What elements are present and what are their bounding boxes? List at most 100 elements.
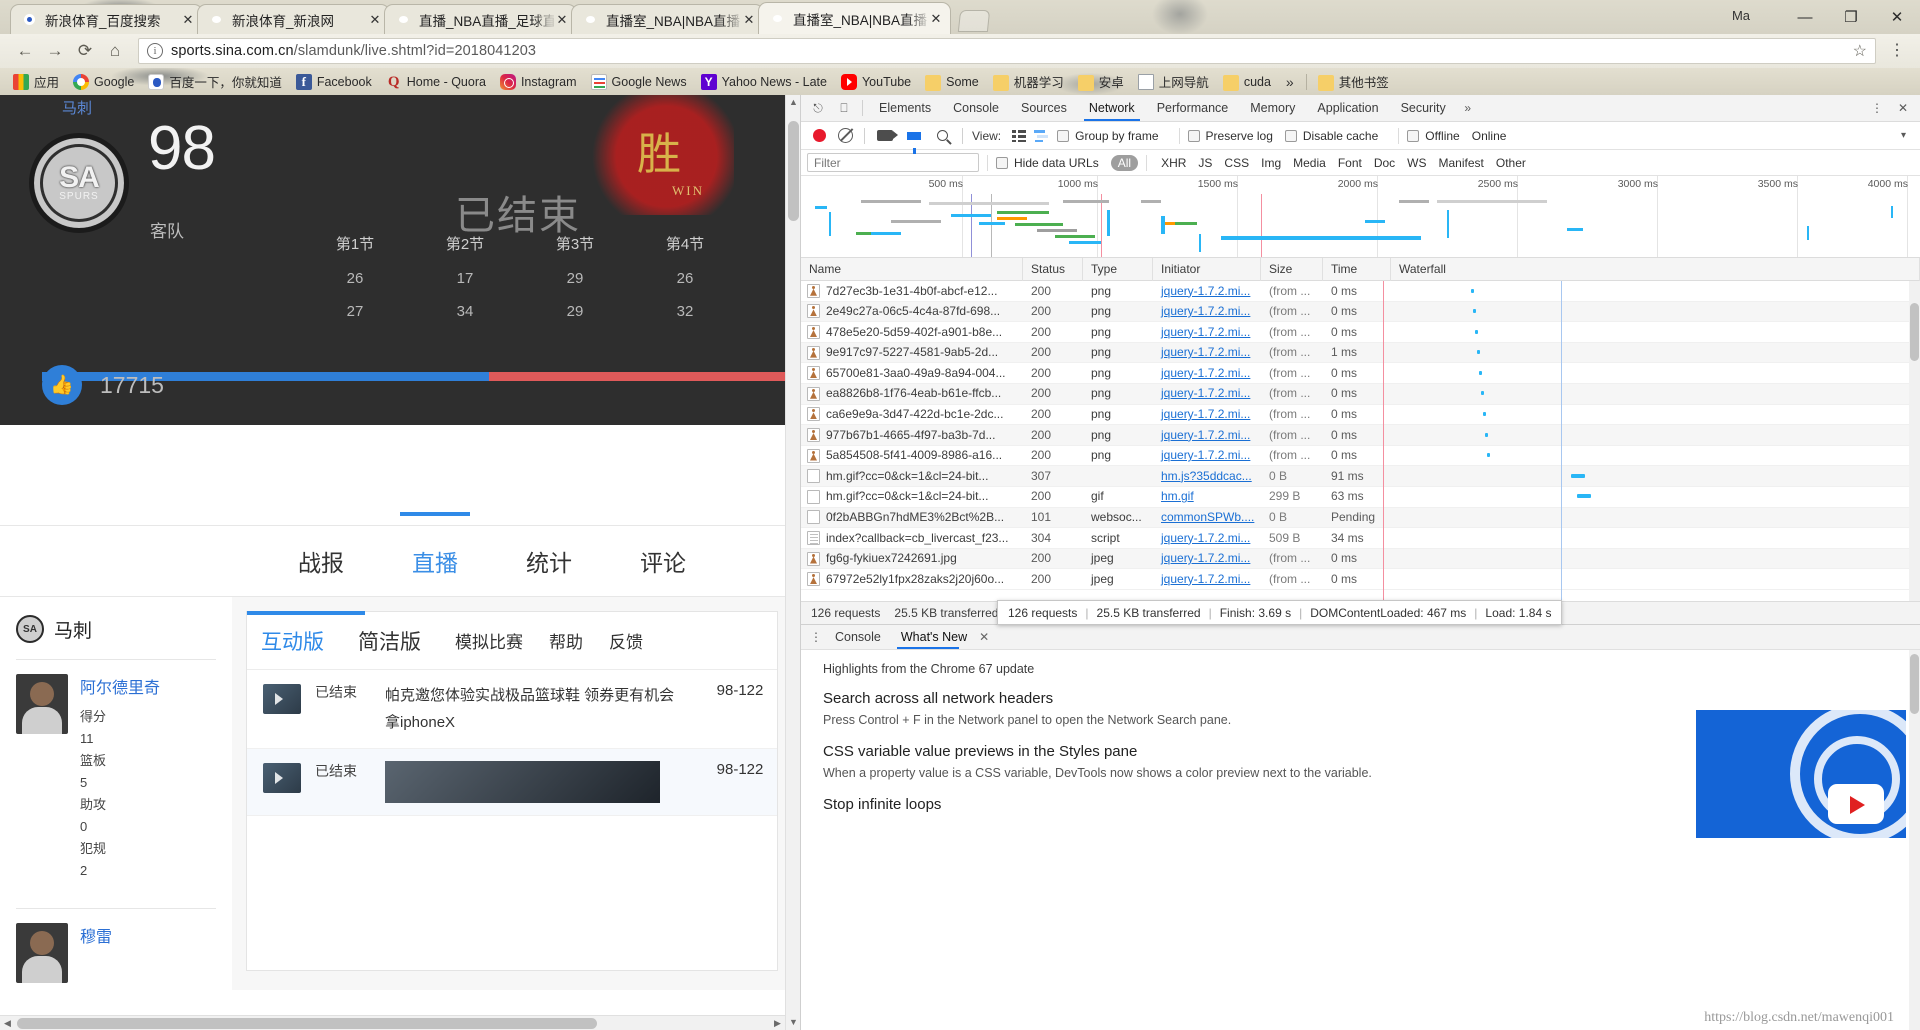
request-initiator[interactable]: jquery-1.7.2.mi... xyxy=(1153,322,1261,343)
page-vertical-scrollbar[interactable]: ▲ ▼ xyxy=(785,95,800,1030)
device-toggle-icon[interactable]: ⎕ xyxy=(831,96,857,120)
devtools-tab-memory[interactable]: Memory xyxy=(1239,95,1306,121)
chevron-down-icon[interactable]: ▾ xyxy=(1901,130,1906,141)
new-tab-button[interactable] xyxy=(957,10,991,32)
tab-interactive[interactable]: 互动版 xyxy=(261,626,324,656)
kebab-menu-icon[interactable]: ⋮ xyxy=(1864,96,1890,120)
devtools-tab-sources[interactable]: Sources xyxy=(1010,95,1078,121)
filter-type-all[interactable]: All xyxy=(1110,154,1139,171)
table-row[interactable]: fg6g-fykiuex7242691.jpg 200 jpeg jquery-1.7… xyxy=(801,548,1920,570)
table-row[interactable]: 0f2bABBGn7hdME3%2Bct%2B... 101 websoc... co… xyxy=(801,507,1920,529)
table-row[interactable]: 65700e81-3aa0-49a9-8a94-004... 200 png jque… xyxy=(801,363,1920,384)
bookmark-google-news[interactable]: Google News xyxy=(584,71,694,93)
request-initiator[interactable]: jquery-1.7.2.mi... xyxy=(1153,281,1261,301)
tab-close-icon[interactable]: ✕ xyxy=(741,12,757,28)
filter-type-font[interactable]: Font xyxy=(1332,156,1368,170)
devtools-tab-security[interactable]: Security xyxy=(1390,95,1457,121)
filter-type-media[interactable]: Media xyxy=(1287,156,1332,170)
maximize-button[interactable]: ❐ xyxy=(1828,0,1874,34)
youtube-promo-banner[interactable] xyxy=(1696,710,1906,838)
bookmark-youtube[interactable]: YouTube xyxy=(834,71,918,93)
filter-type-doc[interactable]: Doc xyxy=(1368,156,1401,170)
video-thumbnail-icon[interactable] xyxy=(263,684,301,714)
close-window-button[interactable]: ✕ xyxy=(1874,0,1920,34)
tab-zhanbao[interactable]: 战报 xyxy=(292,528,350,594)
hide-data-urls-checkbox[interactable]: Hide data URLs xyxy=(996,156,1099,170)
network-request-list[interactable]: 7d27ec3b-1e31-4b0f-abcf-e12... 200 png jque… xyxy=(801,281,1920,601)
throttling-select[interactable]: Online xyxy=(1472,129,1507,143)
item-title[interactable]: Search across all network headers xyxy=(823,690,1523,707)
item-title[interactable]: Stop infinite loops xyxy=(823,796,1523,813)
live-feed-item[interactable]: 已结束 98-122 xyxy=(247,749,777,816)
table-row[interactable]: ea8826b8-1f76-4eab-b61e-ffcb... 200 png jqu… xyxy=(801,383,1920,405)
scroll-up-arrow-icon[interactable]: ▲ xyxy=(786,95,800,110)
drawer-scrollbar[interactable] xyxy=(1909,650,1920,1030)
tab-zhibo[interactable]: 直播 xyxy=(400,512,470,594)
youtube-play-icon[interactable] xyxy=(1828,784,1884,824)
column-header-status[interactable]: Status xyxy=(1023,257,1083,281)
checkbox[interactable] xyxy=(1057,129,1070,142)
table-row[interactable]: ca6e9e9a-3d47-422d-bc1e-2dc... 200 png jque… xyxy=(801,405,1920,426)
table-row[interactable]: 977b67b1-4665-4f97-ba3b-7d... 200 png jquer… xyxy=(801,425,1920,446)
table-row[interactable]: index?callback=cb_livercast_f23... 304 scr… xyxy=(801,528,1920,549)
devtools-tabs-overflow-icon[interactable]: » xyxy=(1457,101,1479,115)
table-row[interactable]: 7d27ec3b-1e31-4b0f-abcf-e12... 200 png jque… xyxy=(801,281,1920,302)
table-row[interactable]: 5a854508-5f41-4009-8986-a16... 200 png jque… xyxy=(801,446,1920,467)
request-initiator[interactable]: jquery-1.7.2.mi... xyxy=(1153,548,1261,569)
horizontal-scroll-thumb[interactable] xyxy=(17,1018,597,1029)
scroll-down-arrow-icon[interactable]: ▼ xyxy=(786,1015,800,1030)
preserve-log-checkbox[interactable]: Preserve log xyxy=(1187,129,1273,143)
table-row[interactable]: hm.gif?cc=0&ck=1&cl=24-bit... 200 gif hm.gi… xyxy=(801,487,1920,508)
disable-cache-checkbox[interactable]: Disable cache xyxy=(1284,129,1378,143)
thumbs-up-icon[interactable]: 👍 xyxy=(42,365,82,405)
requests-scrollbar[interactable] xyxy=(1909,281,1920,601)
column-header-size[interactable]: Size xyxy=(1261,257,1323,281)
offline-checkbox[interactable]: Offline xyxy=(1407,129,1460,143)
minimize-button[interactable]: — xyxy=(1782,0,1828,34)
bookmark-facebook[interactable]: f Facebook xyxy=(289,71,379,93)
bookmark-other-folder[interactable]: 其他书签 xyxy=(1311,71,1396,93)
filter-type-other[interactable]: Other xyxy=(1490,156,1532,170)
devtools-tab-elements[interactable]: Elements xyxy=(868,95,942,121)
tab-simple[interactable]: 简洁版 xyxy=(358,626,421,656)
drawer-tab-whats-new[interactable]: What's New xyxy=(891,625,977,649)
filter-type-ws[interactable]: WS xyxy=(1401,156,1432,170)
scoreboard-team-link[interactable]: 马刺 xyxy=(62,97,92,118)
filter-type-xhr[interactable]: XHR xyxy=(1155,156,1192,170)
like-counter[interactable]: 👍 17715 xyxy=(42,365,164,405)
checkbox[interactable] xyxy=(996,156,1008,169)
request-initiator[interactable]: jquery-1.7.2.mi... xyxy=(1153,569,1261,590)
checkbox[interactable] xyxy=(1187,129,1200,142)
reload-icon[interactable]: ⟳ xyxy=(70,36,100,66)
page-horizontal-scrollbar[interactable]: ◀ ▶ xyxy=(0,1015,785,1030)
item-title[interactable]: CSS variable value previews in the Style… xyxy=(823,743,1523,760)
bookmark-folder-android[interactable]: 安卓 xyxy=(1071,71,1131,93)
close-icon[interactable]: ✕ xyxy=(979,630,989,644)
request-initiator[interactable]: jquery-1.7.2.mi... xyxy=(1153,445,1261,466)
column-header-initiator[interactable]: Initiator xyxy=(1153,257,1261,281)
checkbox[interactable] xyxy=(1284,129,1297,142)
filter-input[interactable]: Filter xyxy=(807,153,979,172)
tab-close-icon[interactable]: ✕ xyxy=(928,11,944,27)
filter-icon[interactable] xyxy=(907,131,921,154)
bookmark-apps[interactable]: 应用 xyxy=(6,71,66,93)
request-initiator[interactable]: hm.gif xyxy=(1153,486,1261,507)
devtools-tab-performance[interactable]: Performance xyxy=(1146,95,1240,121)
bookmark-baidu[interactable]: 百度一下，你就知道 xyxy=(141,71,289,93)
scroll-left-arrow-icon[interactable]: ◀ xyxy=(0,1016,15,1030)
column-header-type[interactable]: Type xyxy=(1083,257,1153,281)
column-header-name[interactable]: Name xyxy=(801,257,1023,281)
record-icon[interactable] xyxy=(813,129,826,142)
bookmark-yahoo-news[interactable]: Y Yahoo News - Late xyxy=(694,71,834,93)
browser-tab[interactable]: 直播_NBA直播_足球直播 ✕ xyxy=(384,4,577,34)
table-row[interactable]: 67972e52ly1fpx28zaks2j20j60o... 200 jpeg jq… xyxy=(801,569,1920,590)
request-initiator[interactable]: commonSPWb.... xyxy=(1153,507,1261,528)
address-bar[interactable]: i sports.sina.com.cn/slamdunk/live.shtml… xyxy=(138,38,1876,64)
bookmarks-overflow-icon[interactable]: » xyxy=(1278,74,1302,90)
tab-feedback[interactable]: 反馈 xyxy=(609,628,643,653)
bookmark-nav[interactable]: 上网导航 xyxy=(1131,71,1216,93)
bookmark-quora[interactable]: Q Home - Quora xyxy=(379,71,493,93)
player-card[interactable]: 阿尔德里奇 得分 11 篮板 5 助攻 0 犯规 2 xyxy=(16,660,216,892)
table-row[interactable]: 9e917c97-5227-4581-9ab5-2d... 200 png jquer… xyxy=(801,342,1920,364)
filter-type-css[interactable]: CSS xyxy=(1218,156,1255,170)
